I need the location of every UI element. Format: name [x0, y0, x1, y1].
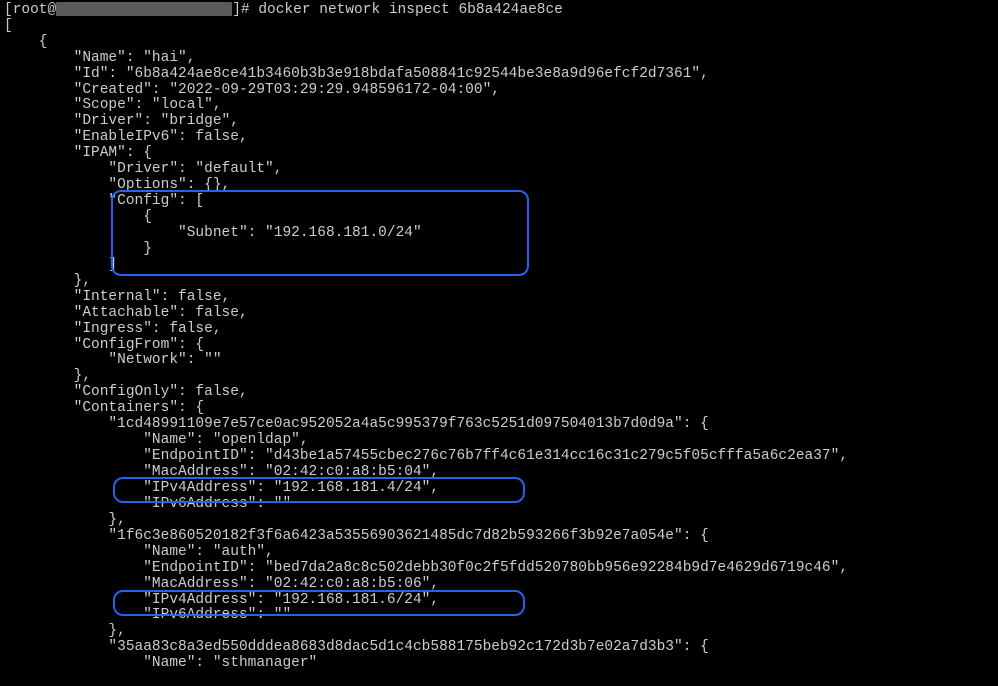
- highlight-box-3: [113, 590, 525, 616]
- prompt-user: root: [13, 2, 48, 18]
- highlight-box-2: [113, 477, 525, 503]
- terminal-output: [root@]# docker network inspect 6b8a424a…: [0, 0, 998, 672]
- command[interactable]: docker network inspect 6b8a424ae8ce: [258, 2, 563, 18]
- prompt-host-redacted: [56, 2, 232, 16]
- highlight-box-1: [111, 190, 529, 276]
- prompt-line: [root@]# docker network inspect 6b8a424a…: [4, 2, 563, 18]
